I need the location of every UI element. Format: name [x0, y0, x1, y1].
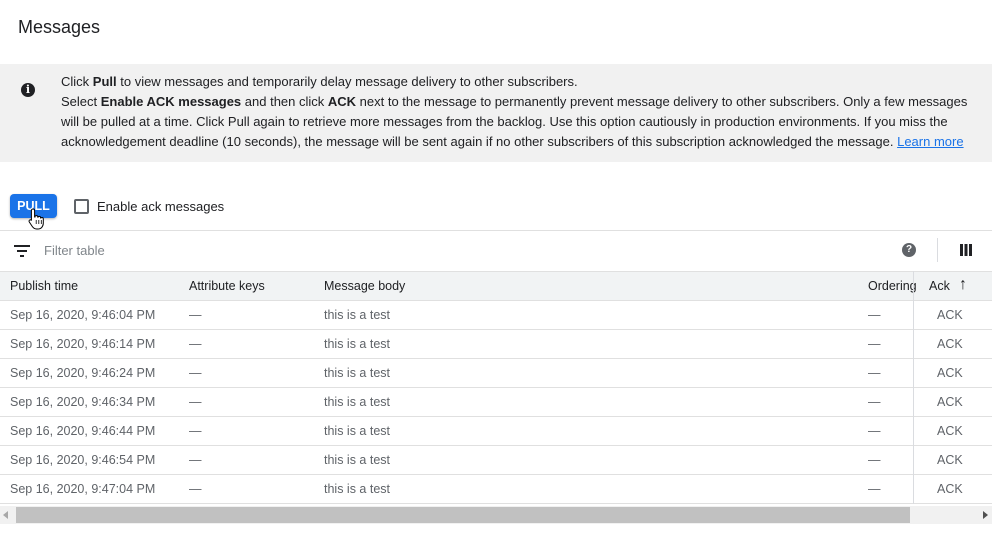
publish-time-cell: Sep 16, 2020, 9:46:24 PM	[10, 366, 156, 380]
ordering-cell: —	[868, 424, 881, 438]
info-banner: i Click Pull to view messages and tempor…	[0, 64, 992, 162]
scroll-right-arrow-icon[interactable]	[983, 511, 988, 519]
table-row: Sep 16, 2020, 9:46:24 PM — this is a test —…	[0, 359, 992, 388]
help-icon[interactable]: ?	[902, 243, 916, 257]
publish-time-cell: Sep 16, 2020, 9:46:34 PM	[10, 395, 156, 409]
message-body-cell: this is a test	[324, 482, 390, 496]
ordering-cell: —	[868, 308, 881, 322]
ack-button[interactable]: ACK	[937, 337, 963, 351]
ordering-cell: —	[868, 337, 881, 351]
attribute-keys-cell: —	[189, 308, 202, 322]
ordering-cell: —	[868, 482, 881, 496]
table-row: Sep 16, 2020, 9:46:04 PM — this is a test —…	[0, 301, 992, 330]
sort-arrow-up-icon[interactable]: ↑	[959, 276, 967, 294]
publish-time-cell: Sep 16, 2020, 9:46:14 PM	[10, 337, 156, 351]
column-display-icon[interactable]	[960, 244, 972, 256]
publish-time-cell: Sep 16, 2020, 9:46:54 PM	[10, 453, 156, 467]
toolbar-divider	[0, 230, 992, 231]
message-body-cell: this is a test	[324, 453, 390, 467]
attribute-keys-cell: —	[189, 395, 202, 409]
header-attribute-keys[interactable]: Attribute keys	[189, 279, 265, 293]
table-row: Sep 16, 2020, 9:47:04 PM — this is a test —…	[0, 475, 992, 504]
table-body: Sep 16, 2020, 9:46:04 PM — this is a test —…	[0, 301, 992, 504]
attribute-keys-cell: —	[189, 366, 202, 380]
publish-time-cell: Sep 16, 2020, 9:46:44 PM	[10, 424, 156, 438]
ack-button[interactable]: ACK	[937, 366, 963, 380]
publish-time-cell: Sep 16, 2020, 9:46:04 PM	[10, 308, 156, 322]
attribute-keys-cell: —	[189, 337, 202, 351]
info-icon: i	[21, 83, 35, 97]
ack-button[interactable]: ACK	[937, 453, 963, 467]
table-row: Sep 16, 2020, 9:46:34 PM — this is a test —…	[0, 388, 992, 417]
attribute-keys-cell: —	[189, 424, 202, 438]
ack-column-divider	[913, 271, 914, 504]
ack-button[interactable]: ACK	[937, 308, 963, 322]
ordering-cell: —	[868, 366, 881, 380]
message-body-cell: this is a test	[324, 308, 390, 322]
publish-time-cell: Sep 16, 2020, 9:47:04 PM	[10, 482, 156, 496]
enable-ack-checkbox[interactable]	[74, 199, 89, 214]
message-body-cell: this is a test	[324, 395, 390, 409]
hand-pointer-cursor-icon	[28, 208, 44, 230]
ack-button[interactable]: ACK	[937, 395, 963, 409]
ack-button[interactable]: ACK	[937, 424, 963, 438]
ordering-cell: —	[868, 395, 881, 409]
table-row: Sep 16, 2020, 9:46:14 PM — this is a test —…	[0, 330, 992, 359]
header-message-body[interactable]: Message body	[324, 279, 405, 293]
ordering-cell: —	[868, 453, 881, 467]
messages-table: Publish time Attribute keys Message body…	[0, 271, 992, 504]
message-body-cell: this is a test	[324, 424, 390, 438]
filter-icon[interactable]	[14, 244, 30, 258]
table-row: Sep 16, 2020, 9:46:44 PM — this is a test —…	[0, 417, 992, 446]
header-ordering[interactable]: Ordering	[868, 279, 917, 293]
enable-ack-label[interactable]: Enable ack messages	[97, 199, 224, 214]
table-header: Publish time Attribute keys Message body…	[0, 271, 992, 301]
header-ack[interactable]: Ack	[929, 279, 950, 293]
filter-table-input[interactable]	[44, 243, 844, 258]
attribute-keys-cell: —	[189, 482, 202, 496]
scroll-thumb[interactable]	[16, 507, 910, 523]
attribute-keys-cell: —	[189, 453, 202, 467]
toolbar-vertical-divider	[937, 238, 938, 262]
header-publish-time[interactable]: Publish time	[10, 279, 78, 293]
page-title: Messages	[18, 17, 101, 37]
message-body-cell: this is a test	[324, 337, 390, 351]
ack-button[interactable]: ACK	[937, 482, 963, 496]
learn-more-link[interactable]: Learn more	[897, 134, 963, 149]
info-text: Click Pull to view messages and temporar…	[61, 74, 968, 149]
message-body-cell: this is a test	[324, 366, 390, 380]
horizontal-scrollbar[interactable]	[0, 506, 992, 524]
scroll-left-arrow-icon[interactable]	[3, 511, 8, 519]
table-row: Sep 16, 2020, 9:46:54 PM — this is a test —…	[0, 446, 992, 475]
